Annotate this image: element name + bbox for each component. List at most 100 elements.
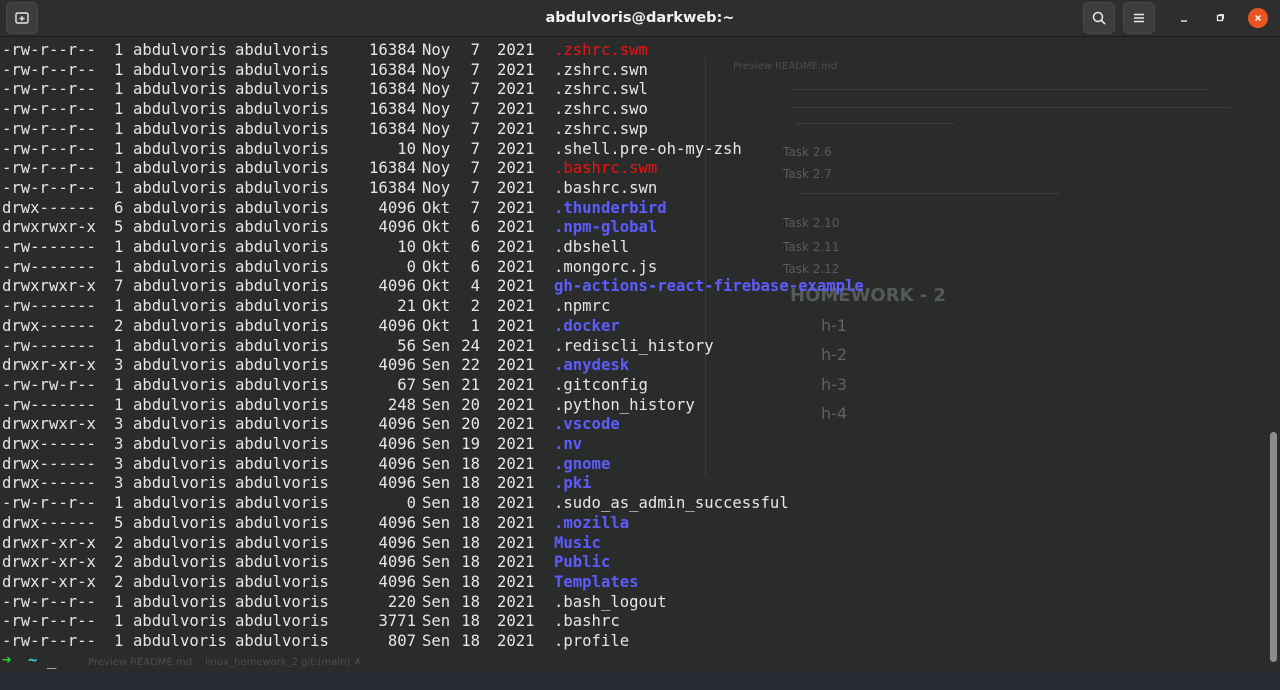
restore-icon xyxy=(1216,14,1224,22)
file-link-count: 1 xyxy=(114,100,124,119)
text-cursor: _ xyxy=(47,651,57,669)
file-month: Sen xyxy=(422,336,451,355)
minimize-button[interactable] xyxy=(1175,9,1193,27)
file-name: .mozilla xyxy=(554,513,630,532)
file-link-count: 1 xyxy=(114,632,124,650)
maximize-button[interactable] xyxy=(1211,9,1229,27)
file-month: Sen xyxy=(422,553,451,572)
file-group: abdulvoris xyxy=(235,41,329,59)
scrollbar-thumb[interactable] xyxy=(1270,432,1277,662)
file-day: 7 xyxy=(470,60,480,79)
file-month: Sen xyxy=(422,454,451,473)
file-day: 18 xyxy=(461,513,480,532)
file-permissions: drwx------ xyxy=(2,454,96,473)
file-group: abdulvoris xyxy=(235,198,329,217)
file-link-count: 6 xyxy=(114,198,124,217)
file-name: .profile xyxy=(554,632,630,650)
file-link-count: 1 xyxy=(114,375,124,394)
file-link-count: 3 xyxy=(114,356,124,375)
file-link-count: 5 xyxy=(114,513,124,532)
file-owner: abdulvoris xyxy=(133,415,227,434)
file-day: 21 xyxy=(461,375,480,394)
file-name: .gitconfig xyxy=(554,375,648,394)
file-size: 16384 xyxy=(369,100,416,119)
file-year: 2021 xyxy=(497,612,535,631)
file-size: 4096 xyxy=(378,277,416,296)
file-year: 2021 xyxy=(497,119,535,138)
file-group: abdulvoris xyxy=(235,80,329,99)
file-group: abdulvoris xyxy=(235,454,329,473)
file-day: 18 xyxy=(461,533,480,552)
file-size: 21 xyxy=(397,297,416,316)
file-name: .zshrc.swo xyxy=(554,100,648,119)
file-month: Noy xyxy=(422,80,451,99)
file-name: .bashrc xyxy=(554,612,620,631)
file-permissions: -rw-r--r-- xyxy=(2,592,96,611)
file-group: abdulvoris xyxy=(235,572,329,591)
file-group: abdulvoris xyxy=(235,474,329,493)
file-size: 16384 xyxy=(369,119,416,138)
file-size: 3771 xyxy=(378,612,416,631)
file-name: .dbshell xyxy=(554,238,630,256)
file-group: abdulvoris xyxy=(235,435,329,453)
file-owner: abdulvoris xyxy=(133,395,227,414)
file-year: 2021 xyxy=(497,60,535,79)
file-day: 18 xyxy=(461,494,480,513)
hamburger-menu-button[interactable] xyxy=(1123,2,1155,34)
file-month: Okt xyxy=(422,297,451,316)
file-month: Sen xyxy=(422,592,451,611)
file-day: 18 xyxy=(461,572,480,591)
file-link-count: 5 xyxy=(114,218,124,237)
file-month: Sen xyxy=(422,612,451,631)
file-permissions: drwx------ xyxy=(2,513,96,532)
file-permissions: -rw-r--r-- xyxy=(2,80,96,99)
file-year: 2021 xyxy=(497,178,535,197)
search-button[interactable] xyxy=(1083,2,1115,34)
file-day: 7 xyxy=(470,41,480,59)
file-group: abdulvoris xyxy=(235,415,329,434)
file-year: 2021 xyxy=(497,356,535,375)
prompt-cwd: ~ xyxy=(28,651,38,669)
file-permissions: -rw-r--r-- xyxy=(2,60,96,79)
file-permissions: -rw-r--r-- xyxy=(2,119,96,138)
file-year: 2021 xyxy=(497,316,535,335)
file-permissions: drwx------ xyxy=(2,316,96,335)
file-day: 18 xyxy=(461,612,480,631)
file-link-count: 1 xyxy=(114,257,124,276)
file-owner: abdulvoris xyxy=(133,553,227,572)
file-link-count: 1 xyxy=(114,178,124,197)
file-owner: abdulvoris xyxy=(133,41,227,59)
file-month: Sen xyxy=(422,494,451,513)
file-year: 2021 xyxy=(497,100,535,119)
file-size: 4096 xyxy=(378,553,416,572)
file-name: .mongorc.js xyxy=(554,257,658,276)
file-year: 2021 xyxy=(497,435,535,453)
file-link-count: 2 xyxy=(114,572,124,591)
file-size: 4096 xyxy=(378,513,416,532)
file-owner: abdulvoris xyxy=(133,257,227,276)
file-permissions: -rw------- xyxy=(2,336,96,355)
file-month: Noy xyxy=(422,119,451,138)
close-icon xyxy=(1254,14,1262,22)
terminal-output[interactable]: -rw-r--r-- 1 abdulvoris abdulvoris 16384 Noy 7… xyxy=(0,40,1268,690)
file-owner: abdulvoris xyxy=(133,336,227,355)
file-year: 2021 xyxy=(497,572,535,591)
file-link-count: 1 xyxy=(114,119,124,138)
file-owner: abdulvoris xyxy=(133,612,227,631)
file-link-count: 2 xyxy=(114,533,124,552)
file-owner: abdulvoris xyxy=(133,60,227,79)
file-owner: abdulvoris xyxy=(133,375,227,394)
file-group: abdulvoris xyxy=(235,336,329,355)
file-permissions: drwx------ xyxy=(2,474,96,493)
file-name: Music xyxy=(554,533,601,552)
file-group: abdulvoris xyxy=(235,592,329,611)
file-link-count: 3 xyxy=(114,435,124,453)
new-tab-button[interactable] xyxy=(6,2,38,34)
file-link-count: 3 xyxy=(114,454,124,473)
file-permissions: drwxr-xr-x xyxy=(2,533,96,552)
file-size: 220 xyxy=(387,592,416,611)
file-day: 24 xyxy=(461,336,480,355)
file-year: 2021 xyxy=(497,277,535,296)
file-day: 22 xyxy=(461,356,480,375)
close-button[interactable] xyxy=(1248,8,1268,28)
